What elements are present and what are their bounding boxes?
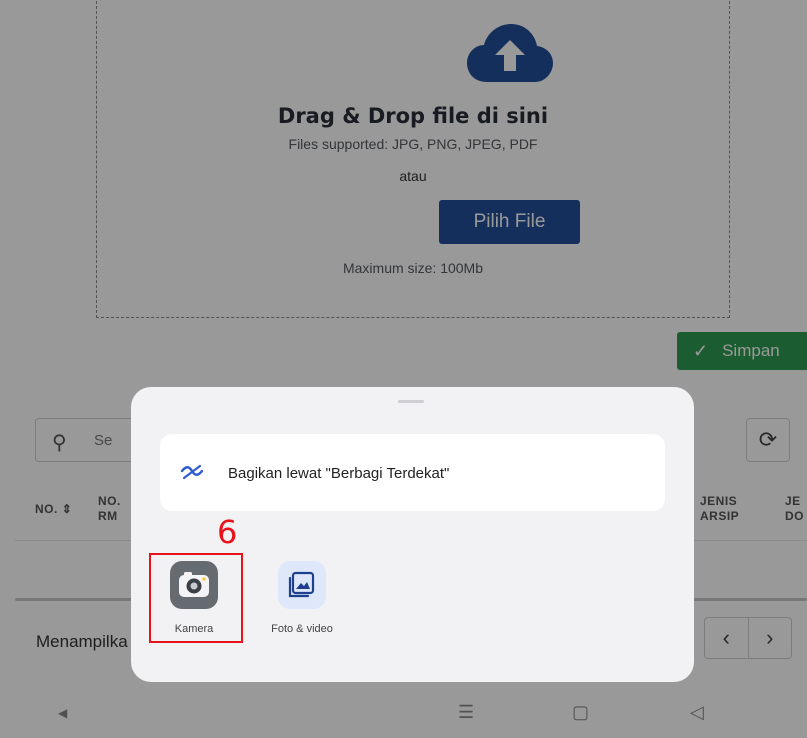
gallery-icon [278,561,326,609]
nearby-share-label: Bagikan lewat "Berbagi Terdekat" [228,465,450,482]
step-number-annotation: 6 [217,513,238,551]
sheet-drag-handle[interactable] [398,400,424,403]
nearby-share-option[interactable]: Bagikan lewat "Berbagi Terdekat" [160,434,665,511]
share-app-foto-video[interactable]: Foto & video [264,561,340,635]
nearby-share-icon [180,464,204,480]
step-highlight-box [149,553,243,643]
share-app-label: Foto & video [271,623,333,635]
